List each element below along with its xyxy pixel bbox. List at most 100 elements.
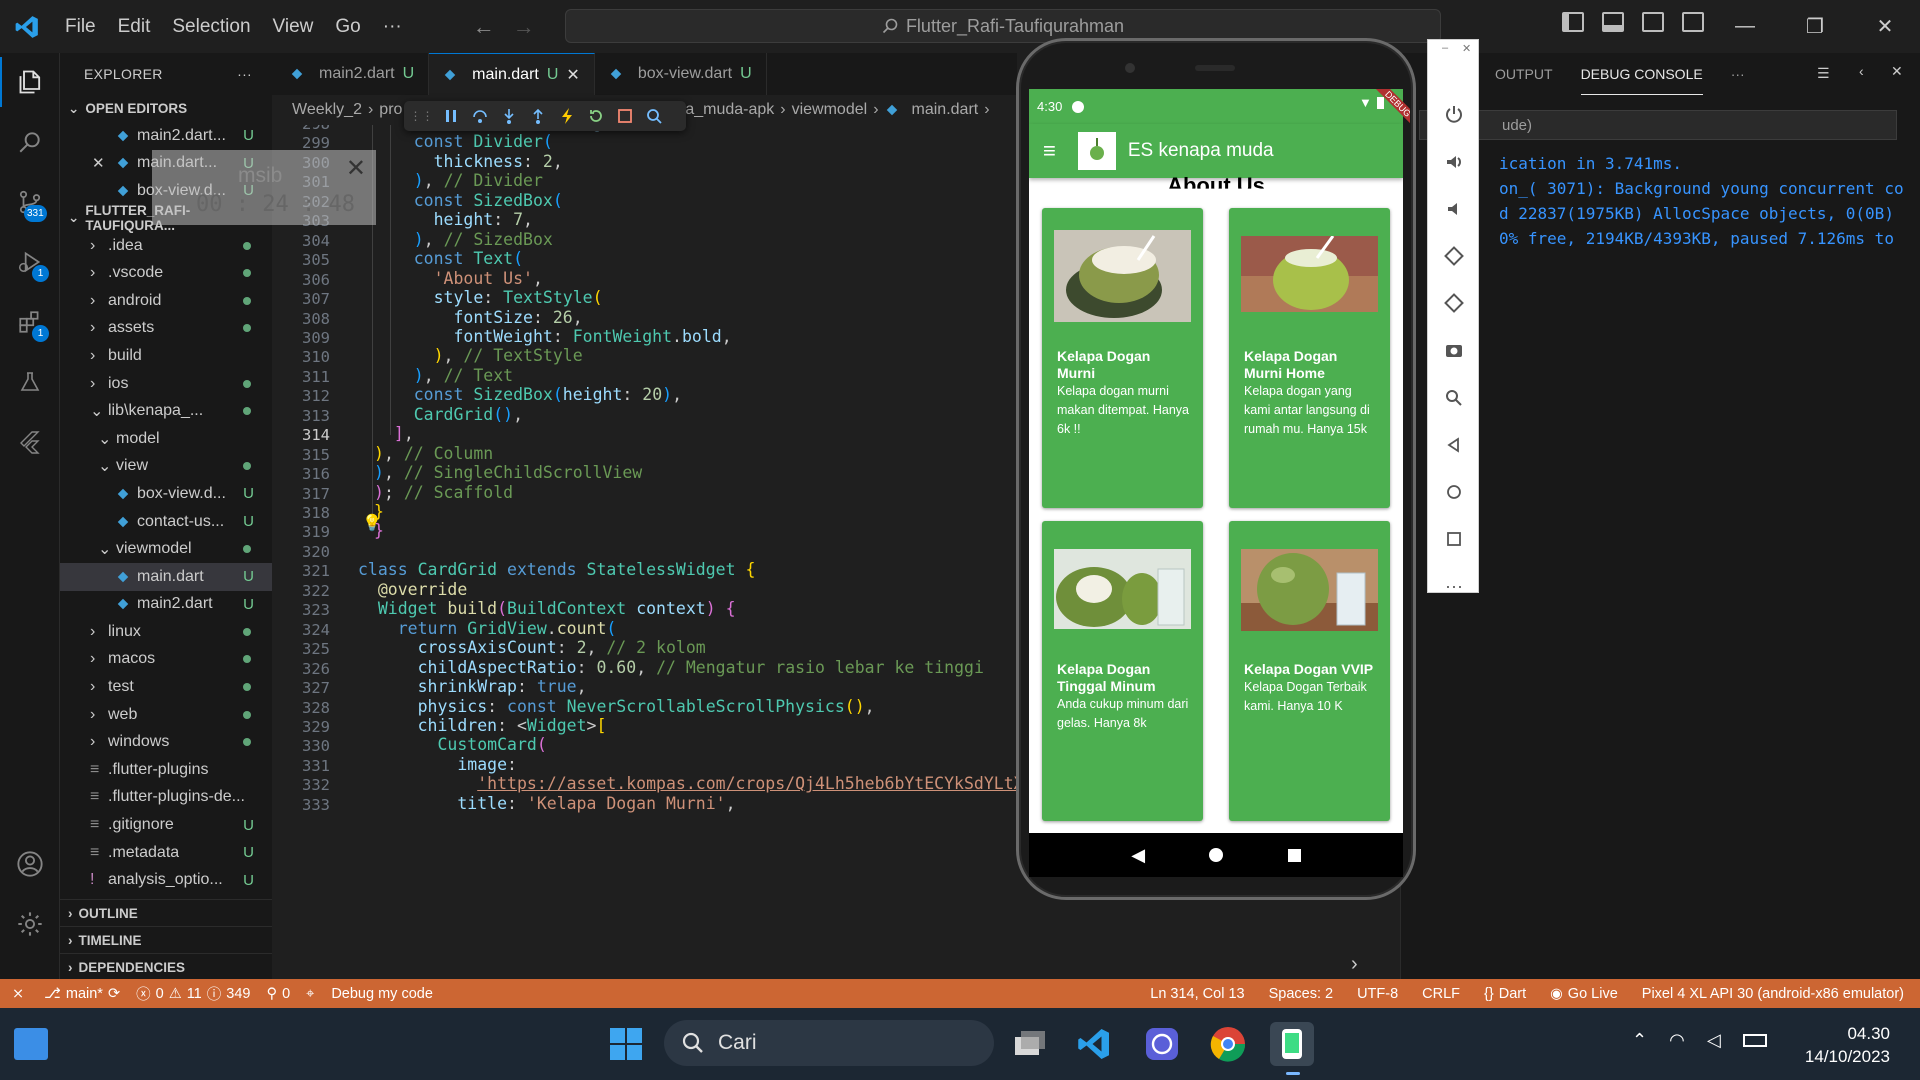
vscode-logo-icon[interactable] bbox=[0, 0, 54, 53]
phone-screen[interactable]: 4:30 ▼ ≡ ES kenapa muda About Us Kelapa … bbox=[1029, 89, 1403, 833]
close-window-icon[interactable]: ✕ bbox=[1850, 0, 1920, 53]
file-item[interactable]: ≡ .flutter-plugins-de... bbox=[60, 784, 272, 812]
search-icon[interactable] bbox=[0, 117, 60, 167]
folder-item[interactable]: › test bbox=[60, 673, 272, 701]
run-debug-icon[interactable]: 1 bbox=[0, 237, 60, 287]
menu-file[interactable]: File bbox=[54, 0, 107, 53]
toggle-panel-icon[interactable] bbox=[1602, 12, 1624, 32]
overview-nav-icon[interactable] bbox=[1287, 848, 1301, 862]
problems-indicator[interactable]: ⓧ 0 ⚠ 11 ⓘ 349 bbox=[128, 983, 258, 1004]
battery-icon[interactable] bbox=[1742, 1034, 1767, 1047]
chrome-icon[interactable] bbox=[1206, 1022, 1250, 1066]
minimize-icon[interactable]: — bbox=[1710, 0, 1780, 53]
volume-down-icon[interactable] bbox=[1428, 191, 1480, 227]
folder-item[interactable]: › .vscode bbox=[60, 259, 272, 287]
drag-handle-icon[interactable]: ⋮⋮ bbox=[410, 107, 434, 126]
clock-app-icon[interactable] bbox=[1140, 1022, 1184, 1066]
open-editor-item[interactable]: main2.dart... U bbox=[60, 122, 272, 150]
collapse-panel-icon[interactable]: ‹ bbox=[1859, 63, 1864, 79]
wifi-icon[interactable]: ◠ bbox=[1669, 1030, 1685, 1051]
folder-item[interactable]: ⌄ model bbox=[60, 425, 272, 453]
file-item[interactable]: main.dart U bbox=[60, 562, 272, 591]
explorer-icon[interactable] bbox=[0, 57, 60, 107]
tab-output[interactable]: OUTPUT bbox=[1495, 53, 1553, 95]
vscode-taskbar-icon[interactable] bbox=[1072, 1022, 1116, 1066]
toggle-secondary-sidebar-icon[interactable] bbox=[1642, 12, 1664, 32]
console-filter-input[interactable]: ude) bbox=[1419, 110, 1897, 140]
folder-item[interactable]: › assets bbox=[60, 315, 272, 343]
menu-edit[interactable]: Edit bbox=[107, 0, 162, 53]
product-card[interactable]: Kelapa Dogan Murni Home Kelapa dogan yan… bbox=[1229, 208, 1390, 508]
encoding[interactable]: UTF-8 bbox=[1349, 986, 1406, 1002]
menu-view[interactable]: View bbox=[262, 0, 325, 53]
start-windows-icon[interactable] bbox=[604, 1022, 648, 1066]
emulator-minimize-icon[interactable]: – bbox=[1442, 42, 1448, 54]
breadcrumb-item[interactable]: pa_muda-apk bbox=[676, 101, 774, 119]
file-item[interactable]: box-view.d... U bbox=[60, 480, 272, 508]
remote-indicator-icon[interactable]: ⨯ bbox=[0, 986, 36, 1002]
menu-go[interactable]: Go bbox=[324, 0, 371, 53]
folder-item[interactable]: ⌄ viewmodel bbox=[60, 535, 272, 563]
file-item[interactable]: contact-us... U bbox=[60, 508, 272, 536]
cursor-position[interactable]: Ln 314, Col 13 bbox=[1142, 986, 1252, 1002]
volume-up-icon[interactable] bbox=[1428, 144, 1480, 180]
emulator-close-icon[interactable]: ✕ bbox=[1462, 42, 1471, 55]
folder-item[interactable]: › .idea bbox=[60, 232, 272, 260]
file-item[interactable]: ≡ .flutter-plugins bbox=[60, 756, 272, 784]
close-panel-icon[interactable]: ✕ bbox=[1891, 63, 1903, 80]
file-item[interactable]: ≡ .gitignore U bbox=[60, 811, 272, 839]
indentation[interactable]: Spaces: 2 bbox=[1261, 986, 1342, 1002]
tab-box-view-dart[interactable]: box-view.dart U bbox=[595, 53, 767, 95]
filter-list-icon[interactable]: ☰ bbox=[1817, 65, 1830, 82]
breadcrumb-item[interactable]: main.dart bbox=[912, 101, 979, 119]
devtools-search-icon[interactable] bbox=[644, 107, 663, 126]
file-item[interactable]: ! analysis_optio... U bbox=[60, 866, 272, 894]
folder-item[interactable]: › linux bbox=[60, 618, 272, 646]
account-icon[interactable] bbox=[0, 839, 60, 889]
tab-debug-console[interactable]: DEBUG CONSOLE bbox=[1580, 53, 1703, 95]
step-into-icon[interactable] bbox=[499, 107, 518, 126]
ports-indicator[interactable]: ⚲ 0 bbox=[258, 986, 298, 1002]
breadcrumb-item[interactable]: Weekly_2 bbox=[292, 101, 362, 119]
line-endings[interactable]: CRLF bbox=[1414, 986, 1468, 1002]
product-card[interactable]: Kelapa Dogan Tinggal Minum Anda cukup mi… bbox=[1042, 521, 1203, 821]
zoom-icon[interactable] bbox=[1428, 380, 1480, 416]
back-icon[interactable] bbox=[1428, 427, 1480, 463]
close-tab-icon[interactable]: ✕ bbox=[566, 65, 579, 85]
widgets-icon[interactable] bbox=[14, 1028, 48, 1060]
close-timer-icon[interactable]: ✕ bbox=[346, 154, 366, 183]
stop-icon[interactable] bbox=[615, 107, 634, 126]
android-emulator-taskbar-icon[interactable] bbox=[1270, 1022, 1314, 1066]
product-card[interactable]: Kelapa Dogan Murni Kelapa dogan murni ma… bbox=[1042, 208, 1203, 508]
language-mode[interactable]: {} Dart bbox=[1476, 986, 1534, 1002]
breadcrumb-item[interactable]: viewmodel bbox=[792, 101, 868, 119]
breadcrumb-item[interactable]: pro bbox=[379, 101, 402, 119]
menu-selection[interactable]: Selection bbox=[161, 0, 261, 53]
panel-more-icon[interactable]: ··· bbox=[1731, 53, 1745, 95]
toggle-sidebar-icon[interactable] bbox=[1562, 12, 1584, 32]
home-icon[interactable] bbox=[1428, 474, 1480, 510]
extensions-icon[interactable]: 1 bbox=[0, 297, 60, 347]
product-card[interactable]: Kelapa Dogan VVIP Kelapa Dogan Terbaik k… bbox=[1229, 521, 1390, 821]
debug-status[interactable]: ⌖ Debug my code bbox=[298, 986, 441, 1002]
source-control-icon[interactable]: 331 bbox=[0, 177, 60, 227]
folder-item[interactable]: ⌄ view bbox=[60, 453, 272, 481]
outline-header[interactable]: › OUTLINE bbox=[60, 899, 272, 926]
back-nav-icon[interactable]: ◀ bbox=[1131, 845, 1145, 866]
folder-item[interactable]: › web bbox=[60, 701, 272, 729]
folder-item[interactable]: › ios bbox=[60, 370, 272, 398]
git-branch[interactable]: ⎇ main* ⟳ bbox=[36, 986, 128, 1002]
forward-arrow-icon[interactable]: → bbox=[513, 14, 535, 40]
restart-icon[interactable] bbox=[586, 107, 605, 126]
overview-icon[interactable] bbox=[1428, 521, 1480, 557]
rotate-left-icon[interactable] bbox=[1428, 238, 1480, 274]
timer-widget[interactable]: msib 00 : 24 : 48 ✕ bbox=[152, 150, 376, 225]
flutter-icon[interactable] bbox=[0, 417, 60, 467]
power-icon[interactable] bbox=[1428, 96, 1480, 132]
screenshot-camera-icon[interactable] bbox=[1428, 332, 1480, 368]
explorer-more-icon[interactable]: ··· bbox=[237, 66, 252, 82]
folder-item[interactable]: ⌄ lib\kenapa_... bbox=[60, 397, 272, 425]
taskbar-search[interactable]: Cari bbox=[664, 1020, 994, 1066]
rotate-right-icon[interactable] bbox=[1428, 285, 1480, 321]
testing-flask-icon[interactable] bbox=[0, 357, 60, 407]
